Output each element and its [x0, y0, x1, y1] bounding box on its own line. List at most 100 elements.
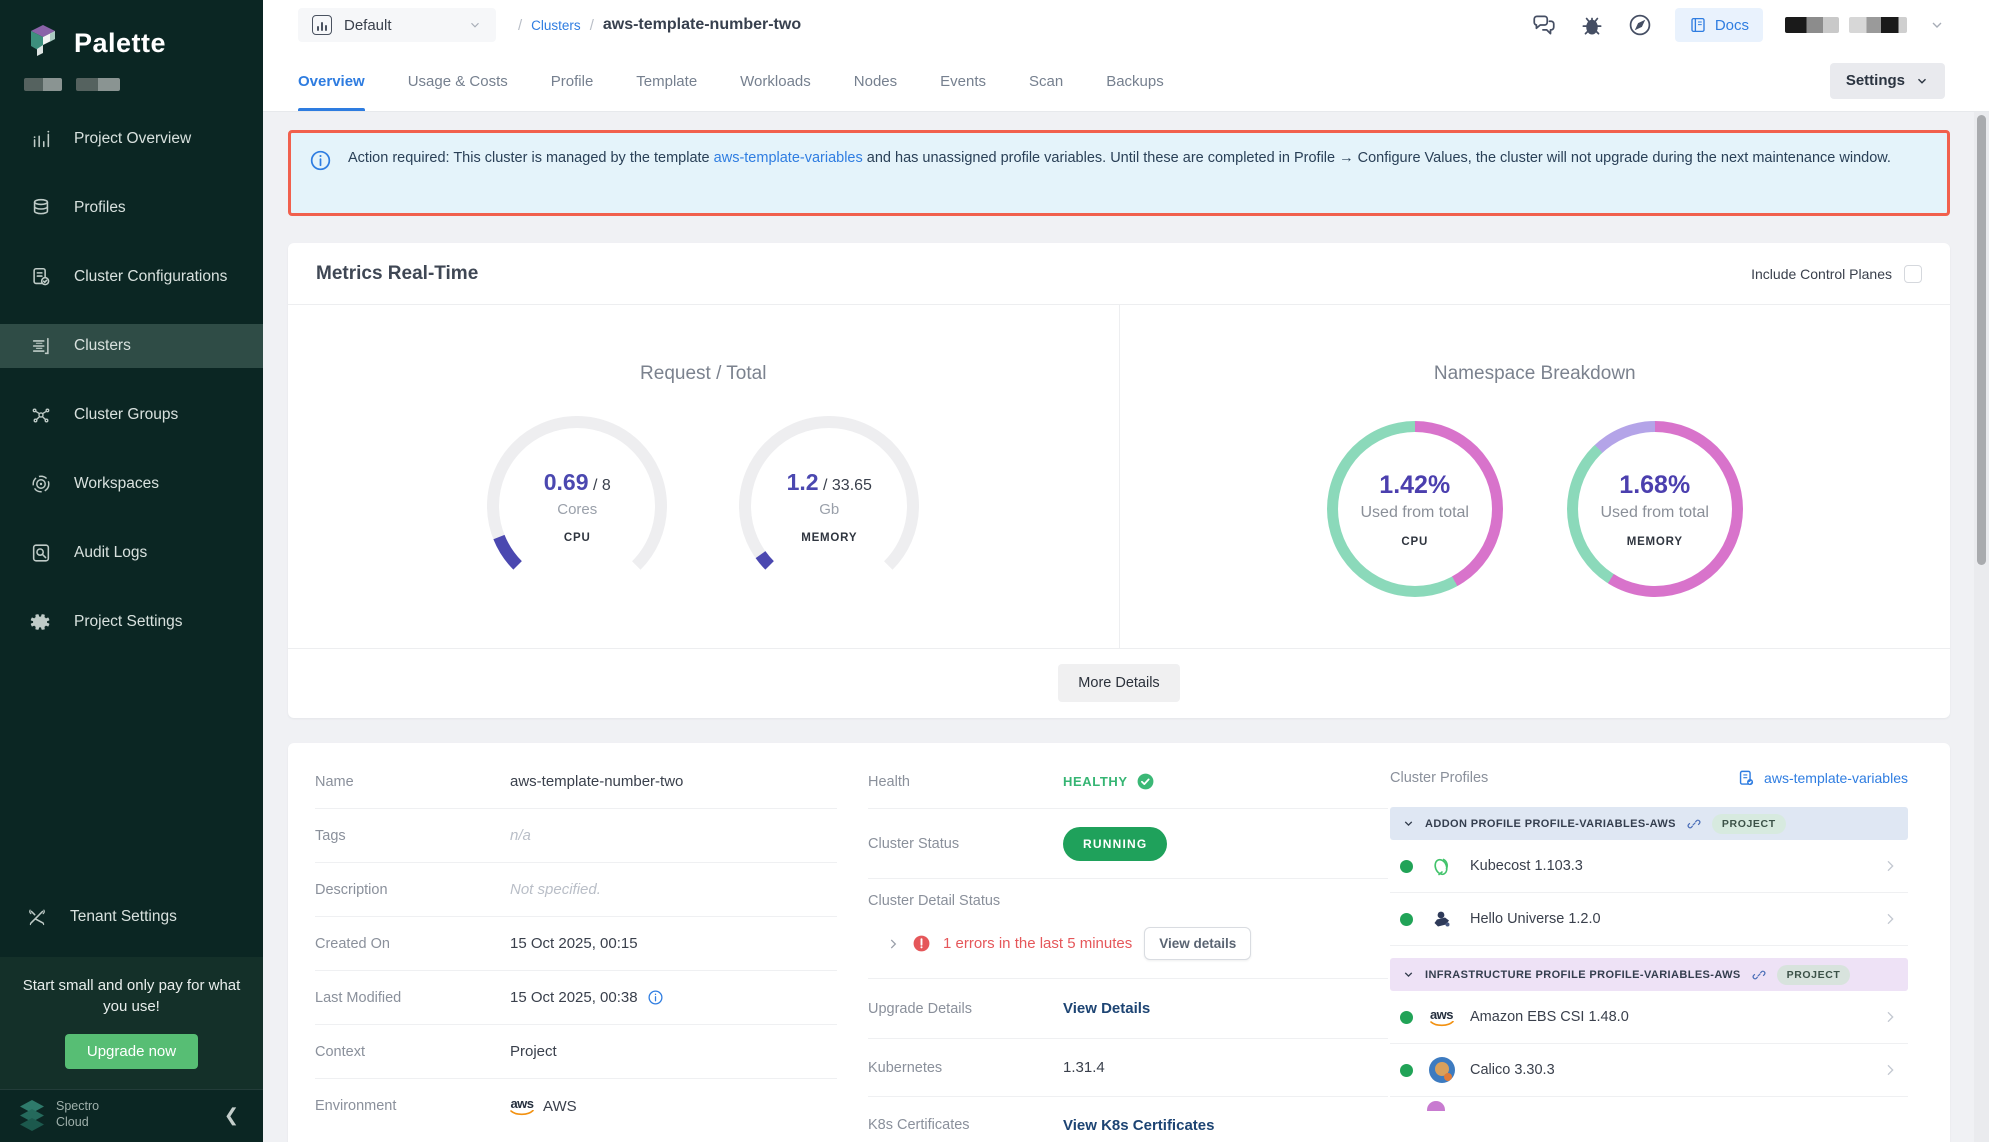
spectro-cloud-logo-icon	[18, 1099, 46, 1131]
pack-status-dot	[1400, 860, 1413, 873]
detail-row-created-on: Created On 15 Oct 2025, 00:15	[315, 917, 837, 971]
view-k8s-certificates-link[interactable]: View K8s Certificates	[1063, 1117, 1214, 1134]
project-badge: PROJECT	[1712, 814, 1786, 834]
tab-workloads[interactable]: Workloads	[740, 50, 811, 111]
detail-row-last-modified: Last Modified 15 Oct 2025, 00:38	[315, 971, 837, 1025]
metrics-body: Request / Total 0.69 / 8 Cores CPU	[288, 305, 1950, 648]
profile-group-addon[interactable]: ADDON PROFILE PROFILE-VARIABLES-AWS PROJ…	[1390, 807, 1908, 840]
sidebar-item-label: Project Settings	[74, 613, 183, 631]
detail-label: Description	[315, 882, 510, 898]
cpu-donut-metric: CPU	[1401, 536, 1428, 548]
chevron-down-icon	[1402, 968, 1415, 981]
project-scope-icon	[312, 15, 332, 35]
expand-chevron-icon[interactable]	[886, 937, 900, 951]
sidebar-item-project-overview[interactable]: Project Overview	[0, 117, 263, 161]
bug-report-icon[interactable]	[1579, 12, 1605, 38]
tab-backups[interactable]: Backups	[1106, 50, 1164, 111]
aws-logo-icon: aws	[510, 1097, 534, 1116]
settings-button[interactable]: Settings	[1830, 63, 1945, 99]
memory-donut-readout: 1.68% Used from total MEMORY	[1578, 432, 1732, 586]
hello-universe-icon	[1428, 906, 1455, 933]
sidebar-footer: Spectro Cloud ❮	[0, 1089, 263, 1142]
sidebar-item-cluster-groups[interactable]: Cluster Groups	[0, 393, 263, 437]
breadcrumb-clusters-link[interactable]: Clusters	[531, 18, 581, 33]
profile-pack-row-calico[interactable]: Calico 3.30.3	[1390, 1044, 1908, 1097]
chevron-down-icon	[1915, 74, 1929, 88]
profile-pack-row-hello-universe[interactable]: Hello Universe 1.2.0	[1390, 893, 1908, 946]
sidebar-item-clusters[interactable]: Clusters	[0, 324, 263, 368]
doc-check-icon	[30, 266, 52, 288]
alert-text-before: Action required: This cluster is managed…	[348, 150, 714, 166]
upgrade-details-link[interactable]: View Details	[1063, 1000, 1150, 1017]
upgrade-now-button[interactable]: Upgrade now	[65, 1034, 198, 1069]
tab-events[interactable]: Events	[940, 50, 986, 111]
detail-label: Created On	[315, 936, 510, 952]
bar-chart-icon	[30, 128, 52, 150]
sidebar-item-cluster-configurations[interactable]: Cluster Configurations	[0, 255, 263, 299]
breadcrumb-current: aws-template-number-two	[603, 16, 801, 34]
include-control-planes-checkbox[interactable]	[1904, 265, 1922, 283]
metrics-footer: More Details	[288, 648, 1950, 717]
detail-label: Kubernetes	[868, 1060, 1063, 1076]
promo-text: Start small and only pay for what you us…	[16, 975, 247, 1019]
environment-text: AWS	[543, 1098, 577, 1115]
aws-logo-icon: aws	[1428, 1004, 1455, 1031]
detail-row-name: Name aws-template-number-two	[315, 755, 837, 809]
sidebar-item-tenant-settings[interactable]: Tenant Settings	[0, 895, 263, 939]
template-profile-link[interactable]: aws-template-variables	[1737, 769, 1908, 788]
info-icon[interactable]	[647, 989, 664, 1006]
sidebar-item-label: Audit Logs	[74, 544, 147, 562]
gauge-row: 0.69 / 8 Cores CPU 1.2 / 33.65 Gb	[288, 411, 1119, 601]
created-on-value: 15 Oct 2025, 00:15	[510, 935, 638, 952]
user-menu-chevron-icon[interactable]	[1929, 17, 1945, 33]
tools-icon	[26, 906, 48, 928]
donut-row: 1.42% Used from total CPU 1.68% Used fro…	[1120, 421, 1951, 597]
detail-label: Cluster Detail Status	[868, 893, 1388, 909]
sidebar-item-audit-logs[interactable]: Audit Logs	[0, 531, 263, 575]
detail-label: Tags	[315, 828, 510, 844]
tab-profile[interactable]: Profile	[551, 50, 594, 111]
compass-icon[interactable]	[1627, 12, 1653, 38]
scrollbar-thumb[interactable]	[1977, 115, 1986, 565]
tab-usage-costs[interactable]: Usage & Costs	[408, 50, 508, 111]
tab-template[interactable]: Template	[636, 50, 697, 111]
chat-icon[interactable]	[1531, 12, 1557, 38]
profile-pack-row-partial	[1390, 1097, 1908, 1111]
server-list-icon	[30, 335, 52, 357]
cluster-profiles-column: Cluster Profiles aws-template-variables …	[1390, 755, 1908, 1111]
doc-check-icon	[1737, 769, 1756, 788]
view-details-button[interactable]: View details	[1144, 927, 1251, 960]
tab-overview[interactable]: Overview	[298, 50, 365, 111]
profile-group-infrastructure[interactable]: INFRASTRUCTURE PROFILE PROFILE-VARIABLES…	[1390, 958, 1908, 991]
tab-scan[interactable]: Scan	[1029, 50, 1063, 111]
pack-status-dot	[1400, 913, 1413, 926]
alert-template-link[interactable]: aws-template-variables	[714, 150, 863, 166]
pack-icon-partial	[1427, 1101, 1445, 1111]
request-total-title: Request / Total	[288, 363, 1119, 385]
vertical-scrollbar[interactable]	[1974, 112, 1989, 1142]
status-row-kubernetes: Kubernetes 1.31.4	[868, 1039, 1388, 1097]
sidebar-item-profiles[interactable]: Profiles	[0, 186, 263, 230]
gear-icon	[30, 611, 52, 633]
profile-group-name: INFRASTRUCTURE PROFILE PROFILE-VARIABLES…	[1425, 969, 1741, 981]
sidebar-item-workspaces[interactable]: Workspaces	[0, 462, 263, 506]
profile-pack-row-kubecost[interactable]: Kubecost 1.103.3	[1390, 840, 1908, 893]
detail-label: Cluster Status	[868, 836, 1063, 852]
topbar: Default / Clusters / aws-template-number…	[263, 0, 1989, 112]
cpu-request-value: 0.69	[544, 469, 589, 495]
layers-icon	[30, 197, 52, 219]
collapse-sidebar-icon[interactable]: ❮	[224, 1105, 239, 1126]
docs-button[interactable]: Docs	[1675, 8, 1763, 42]
more-details-button[interactable]: More Details	[1058, 664, 1179, 702]
sidebar: Palette Project Overview Profiles Cluste…	[0, 0, 263, 1142]
namespace-breakdown-panel: Namespace Breakdown 1.42% Used from tota…	[1120, 305, 1951, 648]
kubecost-icon	[1428, 853, 1455, 880]
tab-nodes[interactable]: Nodes	[854, 50, 897, 111]
project-selector[interactable]: Default	[298, 8, 496, 42]
profile-pack-row-amazon-ebs-csi[interactable]: aws Amazon EBS CSI 1.48.0	[1390, 991, 1908, 1044]
pack-status-dot	[1400, 1011, 1413, 1024]
include-control-planes-label: Include Control Planes	[1751, 266, 1892, 282]
sidebar-item-project-settings[interactable]: Project Settings	[0, 600, 263, 644]
network-icon	[30, 404, 52, 426]
chevron-right-icon	[1882, 911, 1898, 927]
